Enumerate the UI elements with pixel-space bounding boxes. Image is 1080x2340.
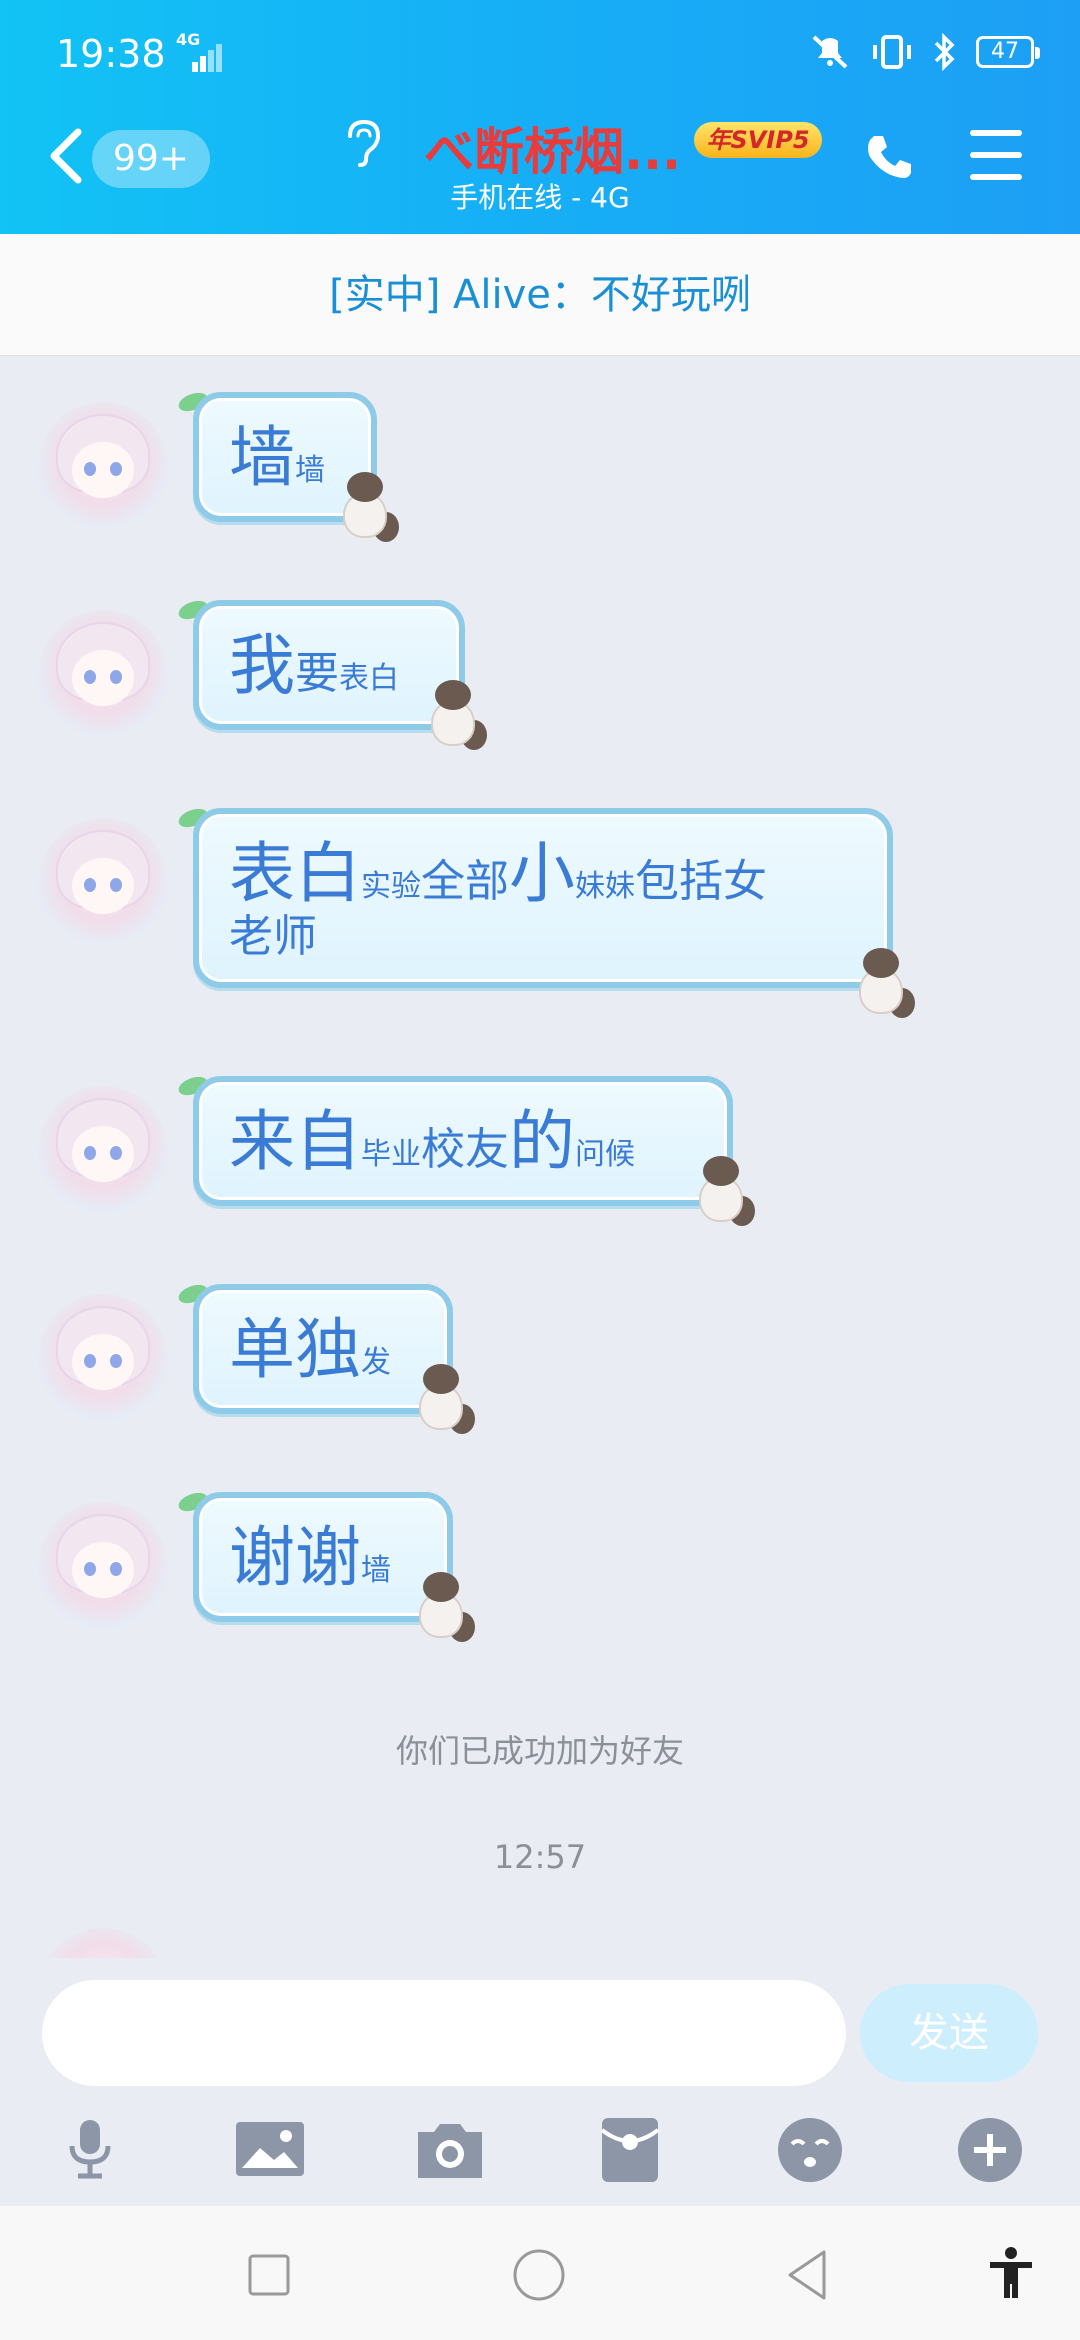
bluetooth-icon (934, 33, 955, 71)
message-text: 妹妹 (575, 869, 635, 904)
online-status: 手机在线 - 4G (0, 176, 1080, 216)
chat-header: 19:38 4G 47 99+ べ断桥烟... 年SVIP5 手机在线 - 4G (0, 0, 1080, 234)
friend-added-notice: 你们已成功加为好友 (395, 1732, 684, 1770)
input-bar: 发送 (0, 1958, 1080, 2086)
camera-icon[interactable] (410, 2110, 490, 2190)
vibrate-icon (873, 35, 911, 69)
message-text: 要 (295, 648, 339, 699)
message-text: 小 (509, 835, 575, 912)
recent-apps-icon[interactable] (242, 2248, 296, 2302)
microphone-icon[interactable] (50, 2110, 130, 2190)
message-text: 墙 (295, 453, 325, 488)
message-text: 的 (509, 1103, 575, 1180)
message-text: 墙 (229, 419, 295, 496)
status-bar: 19:38 4G 47 (0, 0, 1080, 110)
cat-sticker-icon (413, 1572, 475, 1642)
status-time: 19:38 (56, 32, 166, 76)
phone-call-icon[interactable] (862, 130, 916, 184)
message-text: 毕业 (361, 1137, 421, 1172)
contact-name[interactable]: べ断桥烟... (424, 112, 681, 184)
status-icons: 47 (808, 32, 1040, 72)
message-timestamp: 12:57 (493, 1838, 587, 1876)
battery-icon: 47 (976, 36, 1040, 68)
accessibility-icon[interactable] (984, 2246, 1038, 2300)
message-text: 实验 (361, 869, 421, 904)
send-button[interactable]: 发送 (860, 1984, 1038, 2082)
message-text: 表白 (339, 661, 399, 696)
emoji-icon[interactable] (770, 2110, 850, 2190)
back-nav-icon[interactable] (782, 2248, 836, 2302)
message-text: 发 (361, 1345, 391, 1380)
avatar[interactable] (38, 389, 210, 532)
message-text: 校友 (421, 1124, 509, 1175)
cat-sticker-icon (413, 1364, 475, 1434)
avatar[interactable] (38, 1281, 210, 1424)
message-bubble[interactable]: 表白实验全部小妹妹包括女老师 (193, 808, 893, 989)
group-notice-bar[interactable]: [实中] Alive：不好玩咧 (0, 234, 1080, 356)
message-bubble[interactable]: 来自毕业校友的问候 (193, 1076, 733, 1206)
input-toolbar (0, 2100, 1080, 2200)
system-navigation-bar (0, 2206, 1080, 2340)
menu-icon[interactable] (970, 130, 1022, 180)
message-text: 单独 (229, 1311, 361, 1388)
avatar[interactable] (38, 805, 210, 948)
message-text: 来自 (229, 1103, 361, 1180)
message-text: 老师 (229, 910, 317, 962)
notice-text: [实中] Alive：不好玩咧 (329, 272, 751, 318)
svip-badge: 年SVIP5 (694, 122, 822, 158)
mute-vibrate-icon (812, 35, 848, 69)
cat-sticker-icon (693, 1156, 755, 1226)
signal-icon (192, 44, 226, 72)
message-text: 谢谢 (229, 1519, 361, 1596)
avatar[interactable] (38, 597, 210, 740)
message-text: 问候 (575, 1137, 635, 1172)
image-icon[interactable] (230, 2110, 310, 2190)
avatar[interactable] (38, 1073, 210, 1216)
message-text: 墙 (361, 1553, 391, 1588)
home-icon[interactable] (512, 2248, 566, 2302)
message-text: 包括女 (635, 856, 767, 907)
message-text: 我 (229, 627, 295, 704)
message-text: 全部 (421, 856, 509, 907)
earpiece-mode-icon[interactable] (342, 118, 382, 168)
cat-sticker-icon (853, 948, 915, 1018)
red-packet-icon[interactable] (590, 2110, 670, 2190)
message-text: 表白 (229, 835, 361, 912)
avatar[interactable] (38, 1489, 210, 1632)
message-input[interactable] (42, 1980, 846, 2086)
online-status-text: 手机在线 - 4G (450, 181, 630, 214)
cat-sticker-icon (337, 472, 399, 542)
plus-icon[interactable] (950, 2110, 1030, 2190)
cat-sticker-icon (425, 680, 487, 750)
